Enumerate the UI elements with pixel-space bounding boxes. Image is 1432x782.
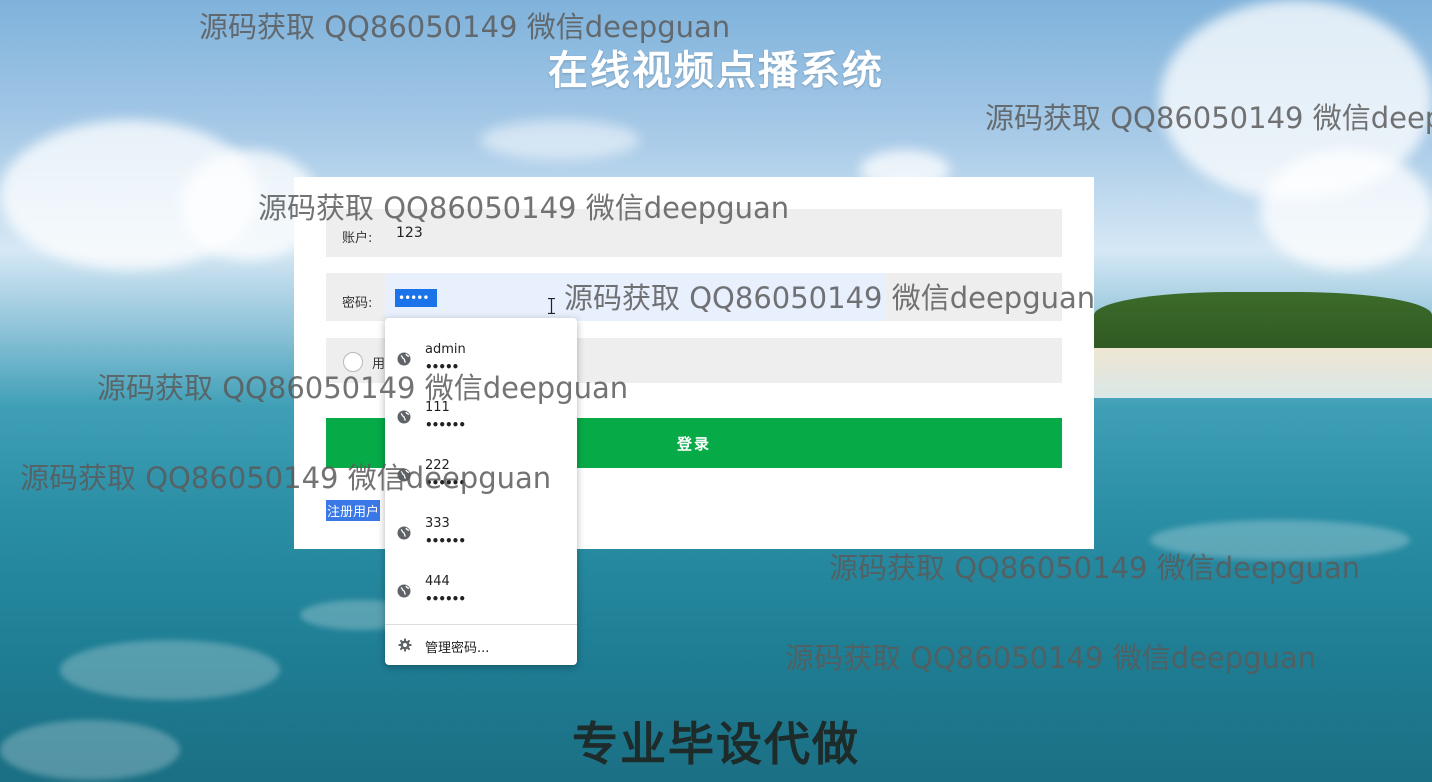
role-radio[interactable]	[343, 352, 363, 372]
watermark: 源码获取 QQ86050149 微信deepguan	[829, 551, 1361, 585]
suggestion-masked-password: ••••••	[425, 476, 466, 490]
password-suggestion-item[interactable]: 222 ••••••	[385, 440, 577, 498]
suggestion-masked-password: •••••	[425, 360, 459, 374]
globe-icon	[397, 410, 411, 424]
password-suggestion-dropdown: admin ••••• 111 •••••• 222 •••••• 333 ••…	[385, 318, 577, 665]
watermark: 源码获取 QQ86050149 微信deepguan	[985, 101, 1432, 135]
password-input[interactable]: •••••	[386, 273, 886, 321]
suggestion-username: admin	[425, 342, 466, 357]
globe-icon	[397, 352, 411, 366]
gear-icon	[398, 638, 412, 652]
text-cursor-icon	[548, 298, 555, 314]
beach	[1094, 348, 1432, 398]
site-title: 在线视频点播系统	[548, 48, 884, 94]
globe-icon	[397, 526, 411, 540]
password-suggestion-item[interactable]: 444 ••••••	[385, 556, 577, 614]
suggestion-username: 111	[425, 400, 450, 415]
account-label: 账户:	[342, 231, 373, 246]
manage-passwords-label: 管理密码...	[425, 641, 490, 656]
password-field[interactable]: 密码: •••••	[326, 273, 1062, 321]
account-field[interactable]: 账户: 123	[326, 209, 1062, 257]
footer-banner: 专业毕设代做	[572, 717, 860, 771]
suggestion-masked-password: ••••••	[425, 592, 466, 606]
suggestion-username: 444	[425, 574, 450, 589]
globe-icon	[397, 468, 411, 482]
password-label: 密码:	[342, 296, 373, 311]
manage-passwords-item[interactable]: 管理密码...	[385, 626, 577, 664]
watermark: 源码获取 QQ86050149 微信deepguan	[785, 641, 1317, 675]
suggestion-username: 333	[425, 516, 450, 531]
role-radio-label: 用	[372, 357, 386, 372]
account-input[interactable]: 123	[396, 225, 423, 241]
password-suggestion-item[interactable]: 111 ••••••	[385, 382, 577, 440]
suggestion-masked-password: ••••••	[425, 418, 466, 432]
password-suggestion-item[interactable]: admin •••••	[385, 324, 577, 382]
password-suggestion-item[interactable]: 333 ••••••	[385, 498, 577, 556]
password-value: •••••	[395, 289, 437, 307]
suggestion-masked-password: ••••••	[425, 534, 466, 548]
suggestion-username: 222	[425, 458, 450, 473]
register-link[interactable]: 注册用户	[326, 500, 381, 521]
globe-icon	[397, 584, 411, 598]
dropdown-divider	[385, 624, 577, 625]
island	[1094, 292, 1432, 350]
